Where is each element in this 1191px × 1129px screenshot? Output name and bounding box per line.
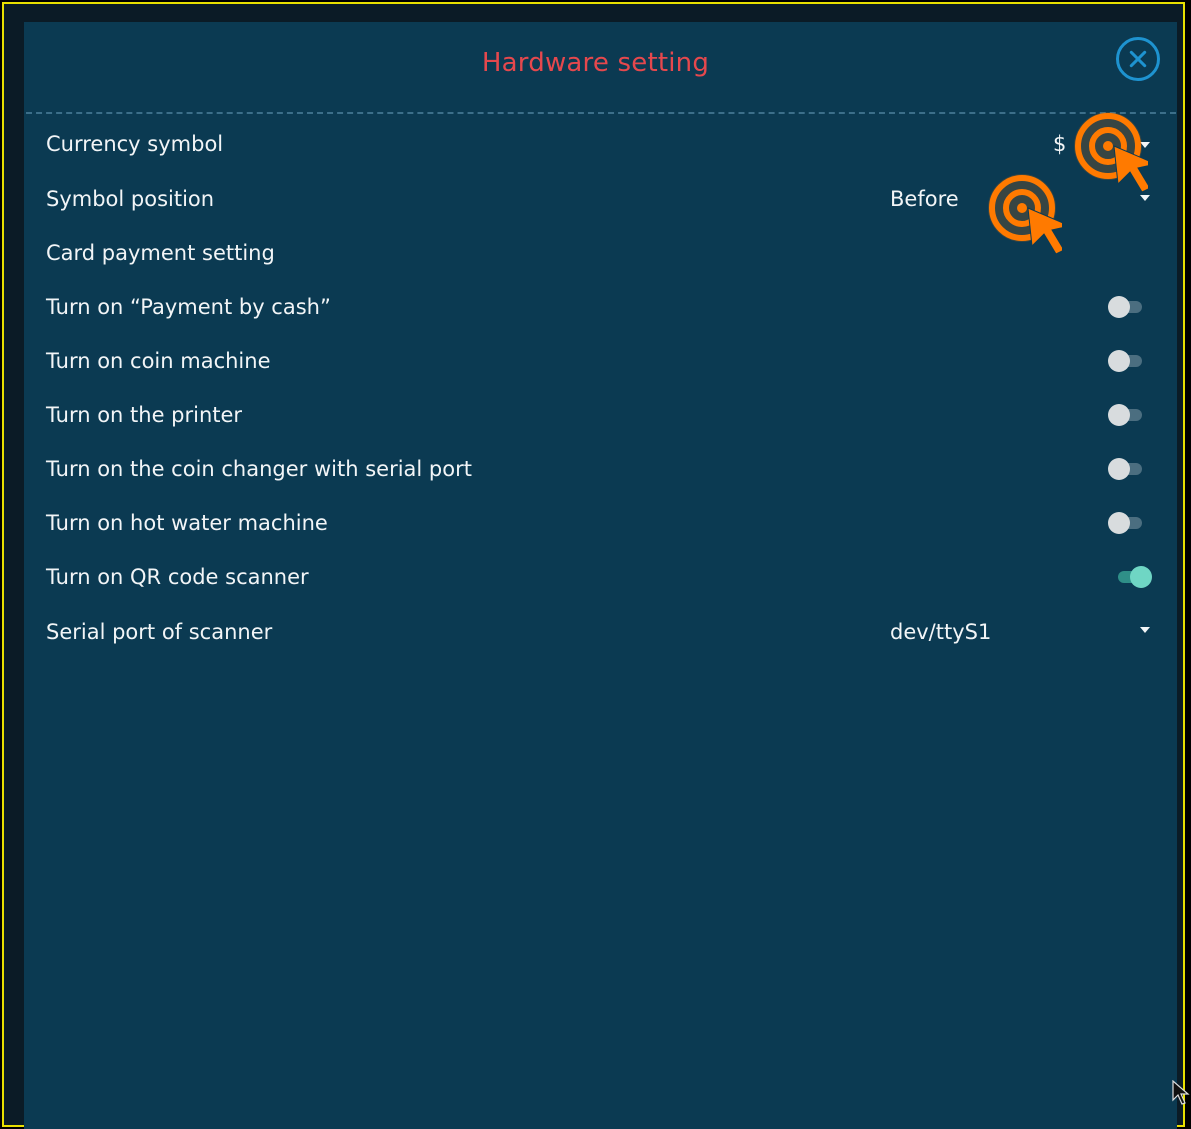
coin-machine-toggle[interactable] — [1108, 349, 1144, 372]
printer-toggle[interactable] — [1108, 403, 1144, 426]
serial-port-dropdown[interactable]: dev/ttyS1 — [890, 620, 991, 644]
hot-water-toggle[interactable] — [1108, 511, 1144, 534]
currency-symbol-dropdown[interactable]: $ — [1053, 132, 1066, 156]
card-payment-setting-item[interactable]: Card payment setting — [46, 241, 275, 265]
coin-machine-label: Turn on coin machine — [46, 349, 271, 373]
symbol-position-dropdown[interactable]: Before — [890, 187, 959, 211]
tap-pointer-icon — [988, 174, 1062, 255]
dialog-title: Hardware setting — [481, 48, 710, 78]
printer-label: Turn on the printer — [46, 403, 243, 427]
mouse-cursor-icon — [1172, 1080, 1190, 1105]
header-divider — [26, 112, 1176, 114]
close-icon[interactable] — [1116, 37, 1160, 81]
symbol-position-label: Symbol position — [46, 187, 215, 211]
qr-scanner-toggle[interactable] — [1116, 565, 1152, 588]
qr-scanner-label: Turn on QR code scanner — [46, 565, 309, 589]
chevron-down-icon[interactable] — [1140, 627, 1150, 633]
payment-by-cash-toggle[interactable] — [1108, 295, 1144, 318]
serial-port-label: Serial port of scanner — [46, 620, 273, 644]
coin-changer-label: Turn on the coin changer with serial por… — [46, 457, 472, 481]
hot-water-label: Turn on hot water machine — [46, 511, 328, 535]
coin-changer-toggle[interactable] — [1108, 457, 1144, 480]
tap-pointer-icon — [1074, 112, 1148, 193]
payment-by-cash-label: Turn on “Payment by cash” — [46, 295, 331, 319]
currency-symbol-label: Currency symbol — [46, 132, 224, 156]
